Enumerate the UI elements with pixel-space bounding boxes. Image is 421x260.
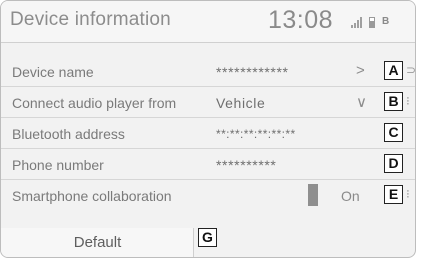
battery-icon [369, 17, 375, 28]
page-title: Device information [10, 9, 171, 30]
bluetooth-address-label: Bluetooth address [12, 126, 125, 142]
signal-strength-icon [351, 16, 362, 28]
callout-a: A [384, 61, 403, 80]
chevron-down-icon[interactable]: ∨ [356, 93, 367, 111]
bluetooth-address-value: **:**:**:**:**:** [216, 127, 296, 141]
phone-number-value: ********** [216, 157, 277, 173]
callout-e: E [384, 185, 403, 204]
status-icons: B [351, 14, 389, 28]
phone-number-label: Phone number [12, 157, 104, 173]
connect-audio-player-value: Vehicle [216, 95, 266, 111]
smartphone-collaboration-label: Smartphone collaboration [12, 188, 172, 204]
row-edge-icon: ⊃ [406, 63, 416, 77]
phone-number-row: Phone number ********** D [1, 149, 415, 180]
header-bar: Device information 13:08 B [1, 1, 415, 43]
callout-b: B [384, 92, 403, 111]
connect-audio-player-label: Connect audio player from [12, 95, 177, 111]
callout-d: D [384, 154, 403, 173]
chevron-right-icon[interactable]: > [356, 62, 365, 79]
device-name-value: ************ [216, 64, 289, 80]
connect-audio-player-row[interactable]: Connect audio player from Vehicle ∨ B ⁝ [1, 87, 415, 118]
smartphone-collaboration-row[interactable]: Smartphone collaboration On E ⁝ [1, 180, 415, 224]
callout-c: C [384, 123, 403, 142]
bluetooth-icon: B [382, 16, 390, 27]
bluetooth-address-row: Bluetooth address **:**:**:**:**:** C [1, 118, 415, 149]
clock: 13:08 [268, 6, 334, 34]
device-name-label: Device name [12, 64, 94, 80]
toggle-state[interactable]: On [341, 188, 360, 204]
device-information-screen: Device information 13:08 B Device name *… [0, 0, 416, 258]
default-button-label: Default [73, 234, 122, 251]
row-edge-icon: ⁝ [406, 94, 410, 108]
toggle-indicator[interactable] [308, 184, 318, 206]
row-edge-icon: ⁝ [406, 187, 410, 201]
device-name-row[interactable]: Device name ************ > A ⊃ [1, 56, 416, 87]
default-button[interactable]: Default [1, 228, 194, 257]
callout-g: G [198, 228, 217, 247]
